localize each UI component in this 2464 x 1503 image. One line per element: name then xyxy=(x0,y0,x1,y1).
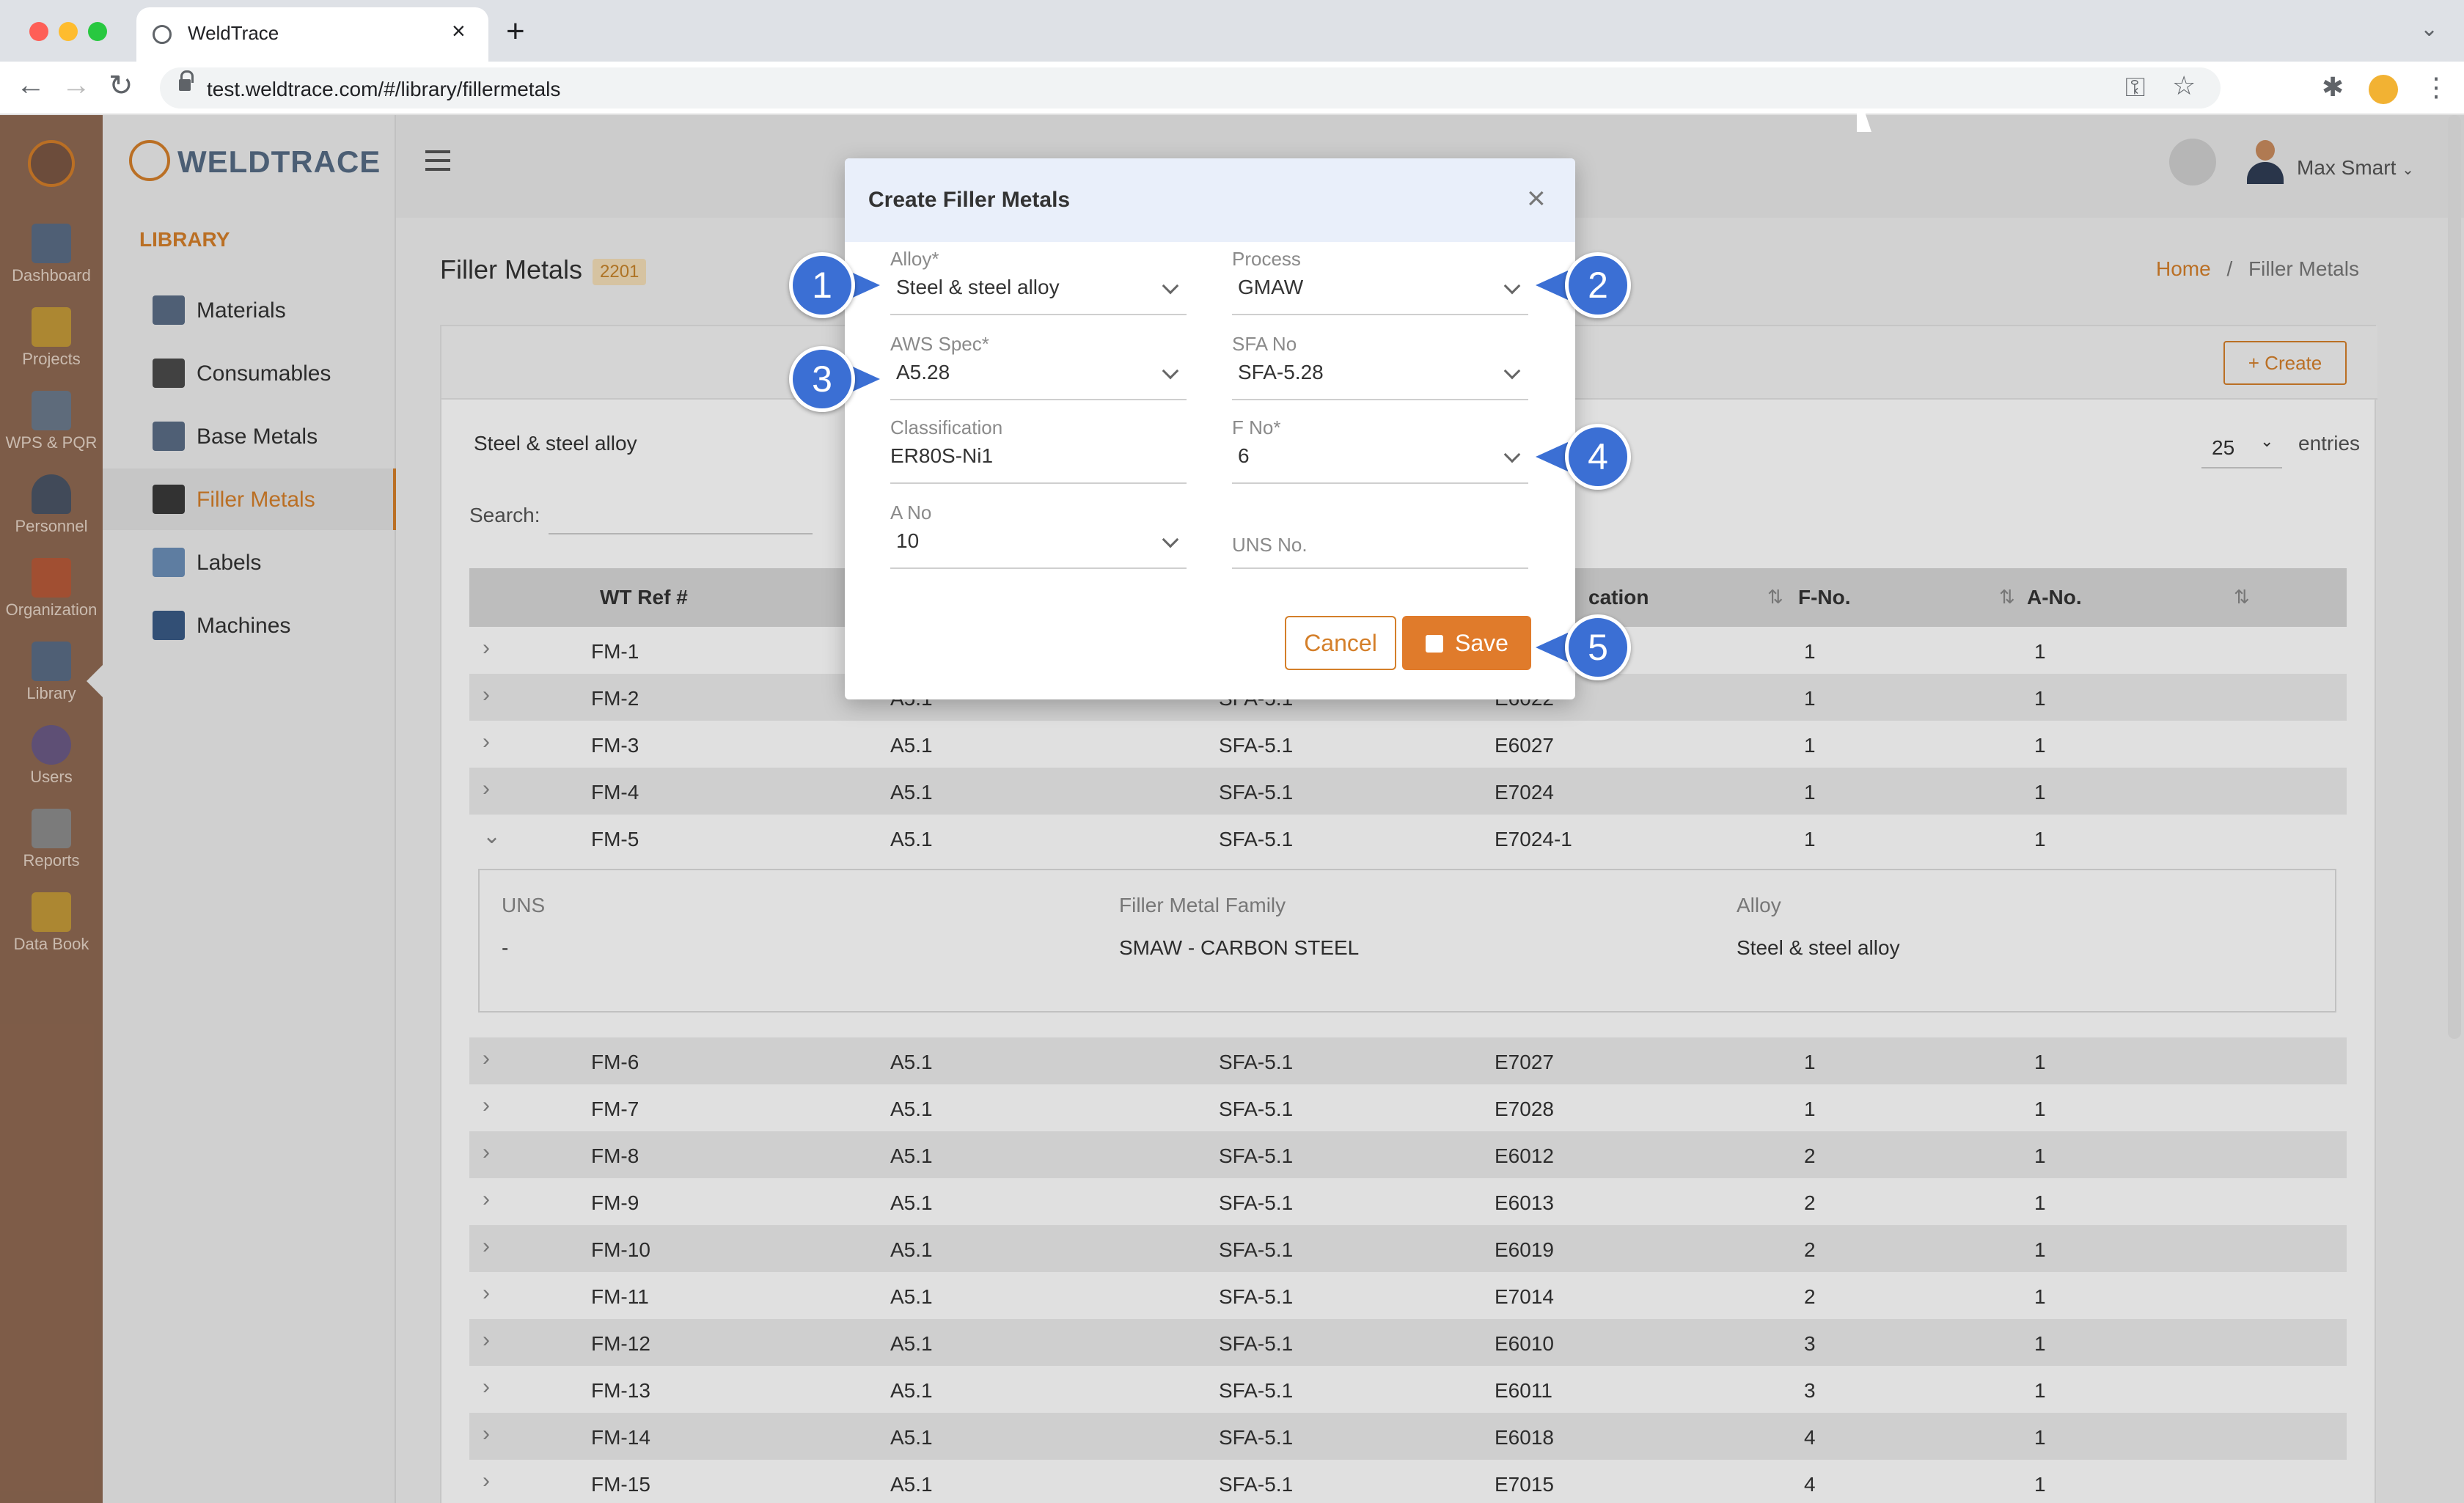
save-label: Save xyxy=(1455,630,1508,656)
key-icon[interactable]: ⚿ xyxy=(2125,72,2145,103)
uns-no-field[interactable]: UNS No. xyxy=(1232,501,1528,575)
minimize-window-button[interactable] xyxy=(59,22,78,41)
field-label: F No* xyxy=(1232,416,1281,438)
callout-number: 4 xyxy=(1565,424,1631,490)
field-value: 6 xyxy=(1238,444,1250,467)
star-icon[interactable]: ☆ xyxy=(2172,70,2196,101)
tab-close-icon[interactable]: × xyxy=(452,18,466,45)
field-value: SFA-5.28 xyxy=(1238,361,1324,383)
callout-number: 5 xyxy=(1565,614,1631,680)
create-filler-metals-modal: Create Filler Metals × Alloy* Steel & st… xyxy=(845,158,1575,699)
lock-icon xyxy=(179,70,194,92)
chevron-down-icon xyxy=(1162,531,1179,548)
floppy-disk-icon xyxy=(1426,635,1443,653)
callout-marker-1: 1 xyxy=(789,252,884,318)
callout-number: 3 xyxy=(789,346,855,412)
mouse-cursor xyxy=(1857,110,1871,132)
sfa-no-select[interactable]: SFA No SFA-5.28 xyxy=(1232,333,1528,406)
field-underline xyxy=(890,399,1187,400)
new-tab-icon[interactable]: + xyxy=(506,13,525,50)
a-no-select[interactable]: A No 10 xyxy=(890,501,1187,575)
callout-marker-2: 2 xyxy=(1536,252,1631,318)
more-vert-icon[interactable]: ⋮ xyxy=(2423,72,2449,103)
field-underline xyxy=(890,482,1187,484)
page-scrollbar[interactable] xyxy=(2448,115,2461,1039)
field-label: Process xyxy=(1232,248,1301,270)
callout-pointer xyxy=(1536,633,1568,662)
cancel-button[interactable]: Cancel xyxy=(1285,616,1396,670)
back-arrow-icon[interactable]: ← xyxy=(16,69,45,102)
tab-search-chevron-icon[interactable]: ⌄ xyxy=(2420,16,2438,42)
extensions-puzzle-icon[interactable]: ✱ xyxy=(2322,72,2344,103)
browser-tab-bar: WeldTrace × + ⌄ xyxy=(0,0,2464,62)
process-select[interactable]: Process GMAW xyxy=(1232,248,1528,321)
callout-pointer xyxy=(1536,442,1568,471)
callout-marker-3: 3 xyxy=(789,346,884,412)
chevron-down-icon xyxy=(1503,362,1521,380)
modal-title: Create Filler Metals xyxy=(868,188,1071,212)
classification-field[interactable]: Classification ER80S-Ni1 xyxy=(890,416,1187,490)
chevron-down-icon xyxy=(1162,277,1179,295)
field-label: SFA No xyxy=(1232,333,1297,355)
field-value: ER80S-Ni1 xyxy=(890,444,994,467)
modal-header: Create Filler Metals × xyxy=(845,158,1575,242)
field-underline xyxy=(1232,314,1528,315)
close-icon[interactable]: × xyxy=(1527,180,1546,217)
callout-number: 2 xyxy=(1565,252,1631,318)
field-label: A No xyxy=(890,501,932,523)
field-underline xyxy=(890,314,1187,315)
address-bar[interactable]: test.weldtrace.com/#/library/fillermetal… xyxy=(160,67,2221,109)
callout-marker-5: 5 xyxy=(1536,614,1631,680)
alloy-select[interactable]: Alloy* Steel & steel alloy xyxy=(890,248,1187,321)
tab-title: WeldTrace xyxy=(188,22,279,44)
field-value: 10 xyxy=(896,529,920,552)
aws-spec-select[interactable]: AWS Spec* A5.28 xyxy=(890,333,1187,406)
field-label: Alloy* xyxy=(890,248,939,270)
field-underline xyxy=(1232,567,1528,569)
chevron-down-icon xyxy=(1162,362,1179,380)
field-placeholder: UNS No. xyxy=(1232,534,1308,556)
field-value: GMAW xyxy=(1238,276,1304,298)
save-button[interactable]: Save xyxy=(1402,616,1531,670)
field-value: Steel & steel alloy xyxy=(896,276,1060,298)
callout-marker-4: 4 xyxy=(1536,424,1631,490)
url-text: test.weldtrace.com/#/library/fillermetal… xyxy=(207,78,561,100)
maximize-window-button[interactable] xyxy=(88,22,107,41)
profile-avatar-icon[interactable] xyxy=(2369,75,2398,104)
chevron-down-icon xyxy=(1503,446,1521,463)
field-label: Classification xyxy=(890,416,1003,438)
browser-tab[interactable]: WeldTrace × xyxy=(136,7,488,62)
globe-icon xyxy=(153,25,172,44)
f-no-select[interactable]: F No* 6 xyxy=(1232,416,1528,490)
callout-number: 1 xyxy=(789,252,855,318)
field-label: AWS Spec* xyxy=(890,333,989,355)
browser-toolbar: ← → ↻ test.weldtrace.com/#/library/fille… xyxy=(0,62,2464,114)
close-window-button[interactable] xyxy=(29,22,48,41)
field-value: A5.28 xyxy=(896,361,950,383)
field-underline xyxy=(1232,399,1528,400)
field-underline xyxy=(890,567,1187,569)
field-underline xyxy=(1232,482,1528,484)
callout-pointer xyxy=(1536,271,1568,300)
forward-arrow-icon[interactable]: → xyxy=(62,69,91,102)
reload-icon[interactable]: ↻ xyxy=(109,69,133,103)
chevron-down-icon xyxy=(1503,277,1521,295)
